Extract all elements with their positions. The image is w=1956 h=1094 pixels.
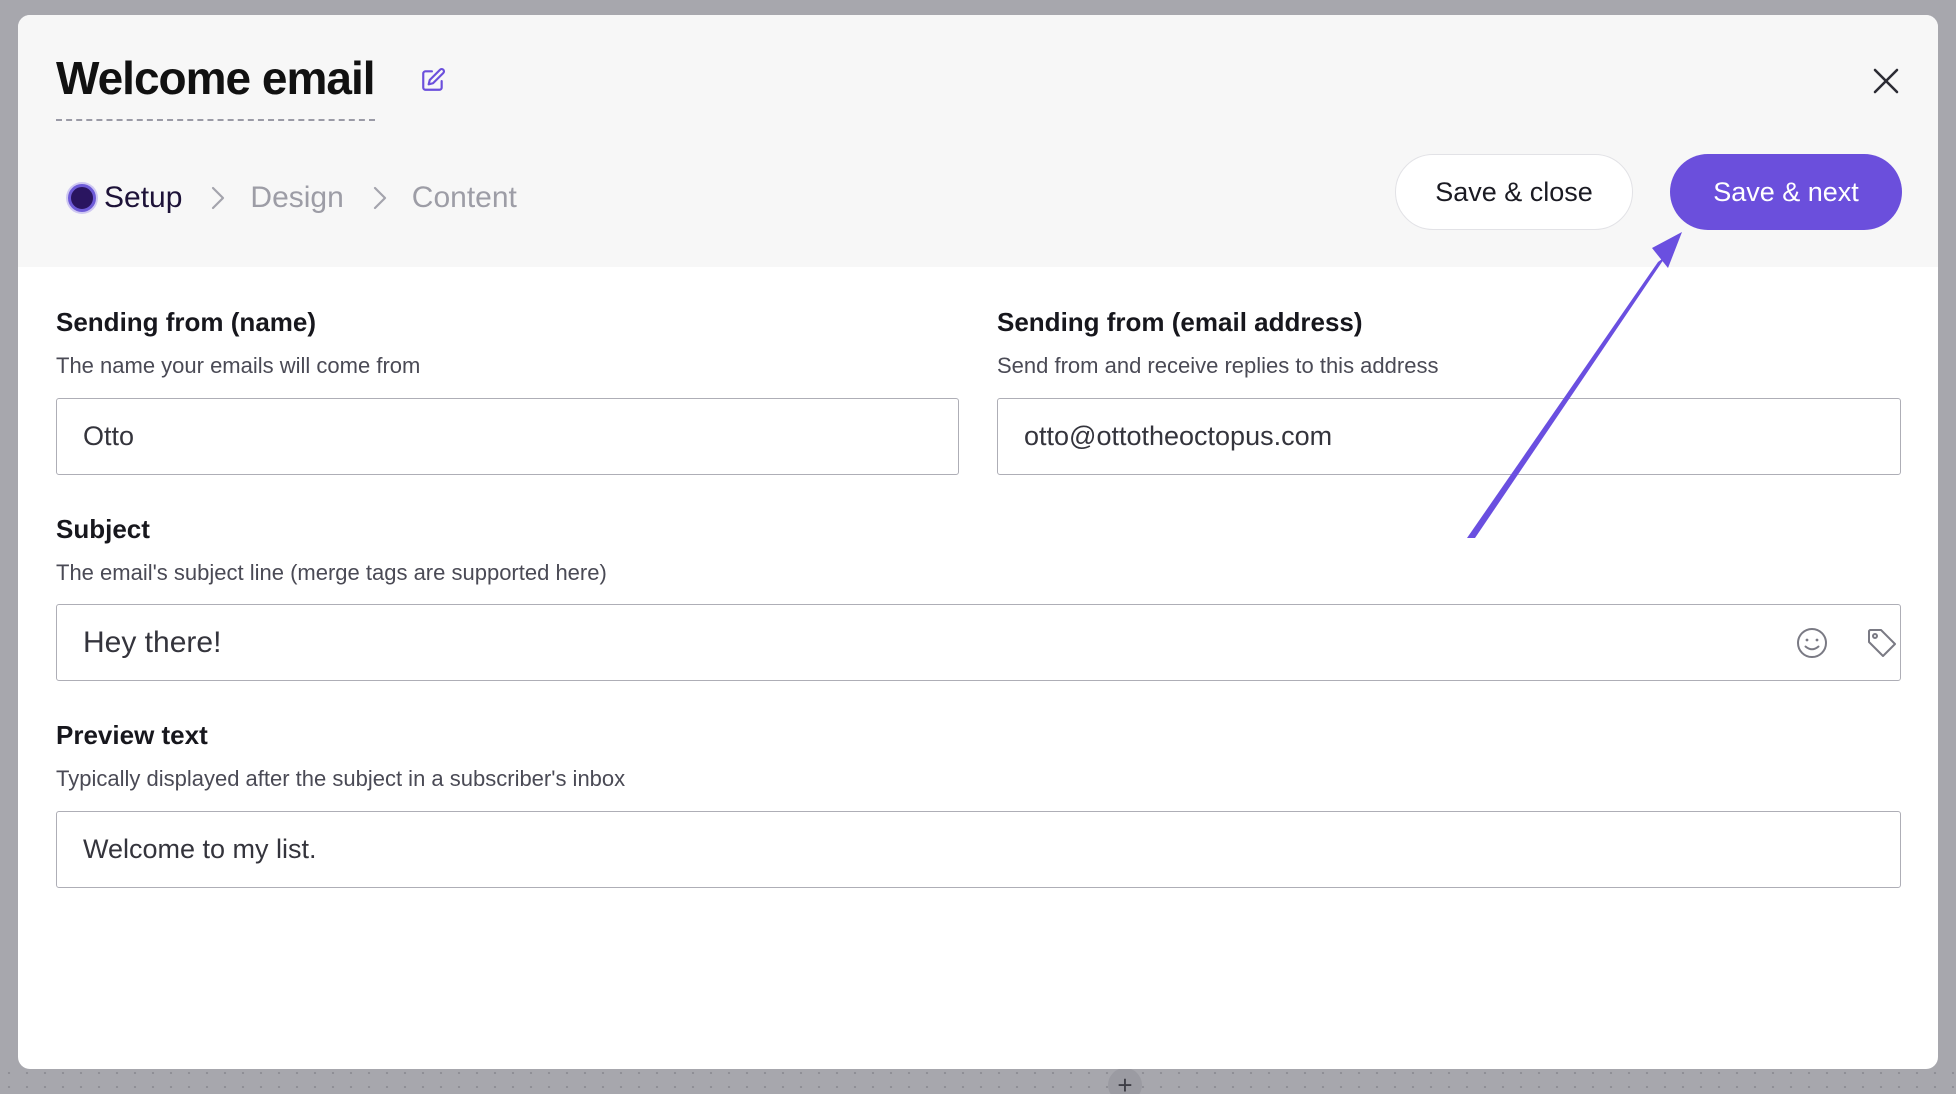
step-label: Setup [104,181,183,214]
from-name-input[interactable]: Otto [56,398,959,475]
step-design[interactable]: Design [250,181,343,215]
from-name-value: Otto [83,421,135,451]
chevron-right-icon [373,186,386,210]
subject-input[interactable]: Hey there! [56,604,1901,681]
from-email-value: otto@ottotheoctopus.com [1024,421,1333,451]
step-content[interactable]: Content [412,181,517,215]
tag-icon[interactable] [1864,625,1900,661]
edit-icon[interactable] [420,67,446,93]
title-editable-wrapper[interactable]: Welcome email [56,49,376,121]
save-next-button[interactable]: Save & next [1670,154,1902,230]
step-breadcrumb: Setup Design Content [68,173,517,223]
from-email-label: Sending from (email address) [997,307,1363,337]
from-name-label: Sending from (name) [56,307,317,337]
step-setup[interactable]: Setup [68,181,182,215]
modal-title: Welcome email [56,52,376,104]
preview-text-input[interactable]: Welcome to my list. [56,811,1901,888]
active-step-indicator-icon [68,184,96,212]
from-name-help: The name your emails will come from [56,353,421,378]
preview-text-value: Welcome to my list. [83,834,317,864]
preview-text-help: Typically displayed after the subject in… [56,766,626,791]
modal-header: Welcome email Setup Design Content Save … [18,15,1938,267]
step-label: Content [411,181,517,214]
backdrop-dot-grid [0,1066,1956,1094]
close-icon[interactable] [1866,61,1906,101]
from-email-input[interactable]: otto@ottotheoctopus.com [997,398,1901,475]
preview-text-label: Preview text [56,720,208,750]
subject-label: Subject [56,514,150,544]
save-close-button[interactable]: Save & close [1395,154,1633,230]
email-setup-modal: Welcome email Setup Design Content Save … [18,15,1938,1069]
emoji-icon[interactable] [1794,625,1830,661]
step-label: Design [250,181,344,214]
chevron-right-icon [212,186,225,210]
subject-help: The email's subject line (merge tags are… [56,560,607,585]
subject-value: Hey there! [83,625,222,659]
from-email-help: Send from and receive replies to this ad… [997,353,1439,378]
plus-icon[interactable]: + [1108,1068,1142,1094]
